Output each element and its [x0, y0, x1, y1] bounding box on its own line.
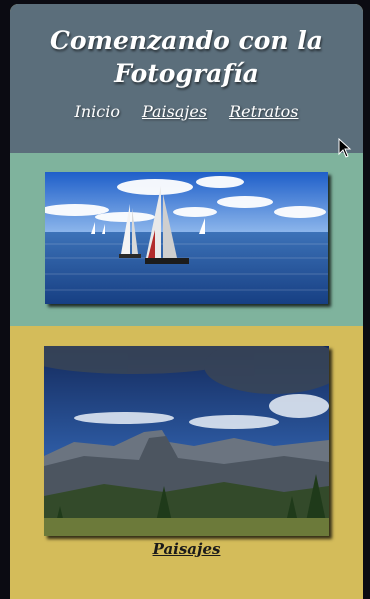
nav-link-retratos[interactable]: Retratos — [229, 102, 298, 121]
browser-frame: Comenzando con la Fotografía Inicio Pais… — [0, 0, 370, 599]
nav-link-inicio[interactable]: Inicio — [75, 102, 120, 121]
gallery-caption-link[interactable]: Paisajes — [10, 540, 363, 558]
landscape-section: Paisajes — [10, 326, 363, 599]
page: Comenzando con la Fotografía Inicio Pais… — [10, 4, 363, 599]
site-header: Comenzando con la Fotografía Inicio Pais… — [10, 4, 363, 153]
mouse-pointer-icon — [338, 138, 352, 158]
sailboats-photo — [45, 172, 328, 304]
mountain-photo — [44, 346, 329, 536]
site-title: Comenzando con la Fotografía — [49, 26, 323, 88]
nav-link-paisajes[interactable]: Paisajes — [142, 102, 207, 121]
main-nav: Inicio Paisajes Retratos — [10, 102, 363, 121]
sailboats-section — [10, 153, 363, 326]
